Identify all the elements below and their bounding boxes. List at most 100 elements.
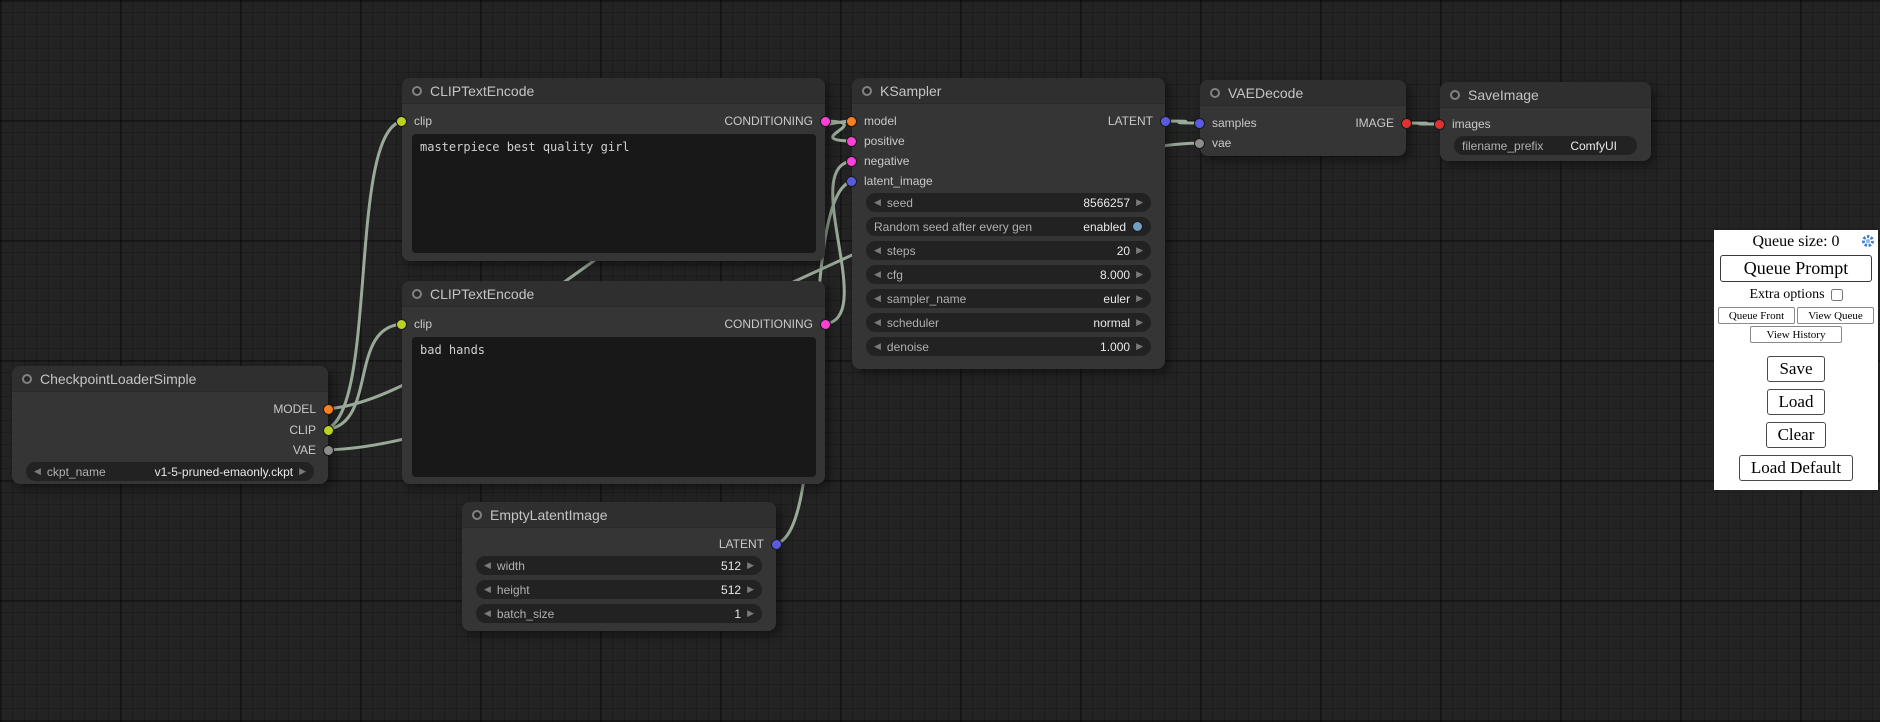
- extra-options-checkbox[interactable]: [1831, 289, 1843, 301]
- port-dot-vae[interactable]: [1194, 138, 1205, 149]
- node-ksampler[interactable]: KSampler model positive negative latent_…: [852, 78, 1165, 369]
- arrow-right-icon[interactable]: ▶: [1136, 342, 1143, 351]
- arrow-right-icon[interactable]: ▶: [747, 609, 754, 618]
- save-button[interactable]: Save: [1767, 356, 1824, 382]
- view-queue-button[interactable]: View Queue: [1797, 307, 1874, 324]
- output-port-vae[interactable]: VAE: [293, 440, 334, 460]
- widget-scheduler[interactable]: ◀ scheduler normal ▶: [866, 313, 1151, 332]
- arrow-left-icon[interactable]: ◀: [484, 585, 491, 594]
- widget-denoise[interactable]: ◀ denoise 1.000 ▶: [866, 337, 1151, 356]
- load-default-button[interactable]: Load Default: [1739, 455, 1853, 481]
- node-title-bar[interactable]: CLIPTextEncode: [402, 78, 825, 104]
- node-title-bar[interactable]: CLIPTextEncode: [402, 281, 825, 307]
- port-dot-latent[interactable]: [1160, 116, 1171, 127]
- port-dot-conditioning[interactable]: [820, 319, 831, 330]
- node-clip-text-encode-positive[interactable]: CLIPTextEncode clip CONDITIONING masterp…: [402, 78, 825, 261]
- port-dot-conditioning[interactable]: [846, 136, 857, 147]
- collapse-dot-icon[interactable]: [1450, 90, 1460, 100]
- collapse-dot-icon[interactable]: [412, 289, 422, 299]
- input-port-images[interactable]: images: [1434, 114, 1491, 134]
- arrow-left-icon[interactable]: ◀: [874, 198, 881, 207]
- widget-ckpt-name[interactable]: ◀ ckpt_name v1-5-pruned-emaonly.ckpt ▶: [26, 462, 314, 481]
- output-port-latent[interactable]: LATENT: [719, 534, 782, 554]
- port-dot-latent[interactable]: [1194, 118, 1205, 129]
- arrow-left-icon[interactable]: ◀: [484, 561, 491, 570]
- arrow-left-icon[interactable]: ◀: [874, 294, 881, 303]
- clear-button[interactable]: Clear: [1766, 422, 1827, 448]
- load-button[interactable]: Load: [1767, 389, 1826, 415]
- collapse-dot-icon[interactable]: [1210, 88, 1220, 98]
- collapse-dot-icon[interactable]: [22, 374, 32, 384]
- input-port-vae[interactable]: vae: [1194, 133, 1231, 153]
- port-dot-latent[interactable]: [846, 176, 857, 187]
- arrow-right-icon[interactable]: ▶: [1136, 198, 1143, 207]
- input-port-model[interactable]: model: [846, 111, 897, 131]
- output-port-image[interactable]: IMAGE: [1355, 113, 1412, 133]
- arrow-left-icon[interactable]: ◀: [34, 467, 41, 476]
- node-title-bar[interactable]: VAEDecode: [1200, 80, 1406, 106]
- port-dot-vae[interactable]: [323, 445, 334, 456]
- input-port-clip[interactable]: clip: [396, 111, 432, 131]
- node-title-bar[interactable]: CheckpointLoaderSimple: [12, 366, 328, 392]
- output-port-conditioning[interactable]: CONDITIONING: [724, 111, 831, 131]
- collapse-dot-icon[interactable]: [412, 86, 422, 96]
- port-dot-conditioning[interactable]: [846, 156, 857, 167]
- comfyui-canvas[interactable]: { "icons": { "arrow_left": "◀", "arrow_r…: [0, 0, 1880, 722]
- collapse-dot-icon[interactable]: [472, 510, 482, 520]
- view-history-button[interactable]: View History: [1750, 326, 1842, 343]
- queue-front-button[interactable]: Queue Front: [1718, 307, 1795, 324]
- port-dot-conditioning[interactable]: [820, 116, 831, 127]
- settings-gear-icon[interactable]: [1861, 234, 1875, 248]
- input-port-negative[interactable]: negative: [846, 151, 909, 171]
- input-port-positive[interactable]: positive: [846, 131, 905, 151]
- arrow-right-icon[interactable]: ▶: [747, 561, 754, 570]
- node-vae-decode[interactable]: VAEDecode samples vae IMAGE: [1200, 80, 1406, 156]
- input-port-clip[interactable]: clip: [396, 314, 432, 334]
- widget-filename-prefix[interactable]: filename_prefix ComfyUI: [1454, 136, 1637, 155]
- arrow-right-icon[interactable]: ▶: [1136, 294, 1143, 303]
- widget-random-seed-toggle[interactable]: Random seed after every gen enabled: [866, 217, 1151, 236]
- arrow-left-icon[interactable]: ◀: [874, 342, 881, 351]
- port-dot-clip[interactable]: [396, 319, 407, 330]
- node-checkpoint-loader[interactable]: CheckpointLoaderSimple MODEL CLIP VAE ◀ …: [12, 366, 328, 484]
- widget-steps[interactable]: ◀ steps 20 ▶: [866, 241, 1151, 260]
- negative-prompt-textarea[interactable]: bad hands: [412, 337, 816, 477]
- port-dot-model[interactable]: [846, 116, 857, 127]
- positive-prompt-textarea[interactable]: masterpiece best quality girl: [412, 134, 816, 253]
- port-dot-clip[interactable]: [396, 116, 407, 127]
- arrow-left-icon[interactable]: ◀: [484, 609, 491, 618]
- input-port-latent-image[interactable]: latent_image: [846, 171, 933, 191]
- widget-sampler-name[interactable]: ◀ sampler_name euler ▶: [866, 289, 1151, 308]
- collapse-dot-icon[interactable]: [862, 86, 872, 96]
- arrow-left-icon[interactable]: ◀: [874, 318, 881, 327]
- arrow-right-icon[interactable]: ▶: [299, 467, 306, 476]
- arrow-right-icon[interactable]: ▶: [1136, 318, 1143, 327]
- port-dot-model[interactable]: [323, 404, 334, 415]
- output-port-latent[interactable]: LATENT: [1108, 111, 1171, 131]
- arrow-right-icon[interactable]: ▶: [1136, 246, 1143, 255]
- port-dot-latent[interactable]: [771, 539, 782, 550]
- widget-height[interactable]: ◀ height 512 ▶: [476, 580, 762, 599]
- node-save-image[interactable]: SaveImage images filename_prefix ComfyUI: [1440, 82, 1651, 161]
- arrow-right-icon[interactable]: ▶: [1136, 270, 1143, 279]
- widget-cfg[interactable]: ◀ cfg 8.000 ▶: [866, 265, 1151, 284]
- node-empty-latent-image[interactable]: EmptyLatentImage LATENT ◀ width 512 ▶ ◀ …: [462, 502, 776, 631]
- queue-prompt-button[interactable]: Queue Prompt: [1720, 255, 1872, 282]
- node-title-bar[interactable]: KSampler: [852, 78, 1165, 104]
- widget-batch-size[interactable]: ◀ batch_size 1 ▶: [476, 604, 762, 623]
- output-port-model[interactable]: MODEL: [273, 399, 334, 419]
- node-title-bar[interactable]: SaveImage: [1440, 82, 1651, 108]
- widget-width[interactable]: ◀ width 512 ▶: [476, 556, 762, 575]
- output-port-conditioning[interactable]: CONDITIONING: [724, 314, 831, 334]
- node-clip-text-encode-negative[interactable]: CLIPTextEncode clip CONDITIONING bad han…: [402, 281, 825, 484]
- node-title-bar[interactable]: EmptyLatentImage: [462, 502, 776, 528]
- arrow-left-icon[interactable]: ◀: [874, 270, 881, 279]
- arrow-left-icon[interactable]: ◀: [874, 246, 881, 255]
- widget-seed[interactable]: ◀ seed 8566257 ▶: [866, 193, 1151, 212]
- toggle-enabled-icon[interactable]: [1132, 221, 1143, 232]
- output-port-clip[interactable]: CLIP: [289, 420, 334, 440]
- input-port-samples[interactable]: samples: [1194, 113, 1257, 133]
- port-dot-image[interactable]: [1401, 118, 1412, 129]
- port-dot-image[interactable]: [1434, 119, 1445, 130]
- port-dot-clip[interactable]: [323, 425, 334, 436]
